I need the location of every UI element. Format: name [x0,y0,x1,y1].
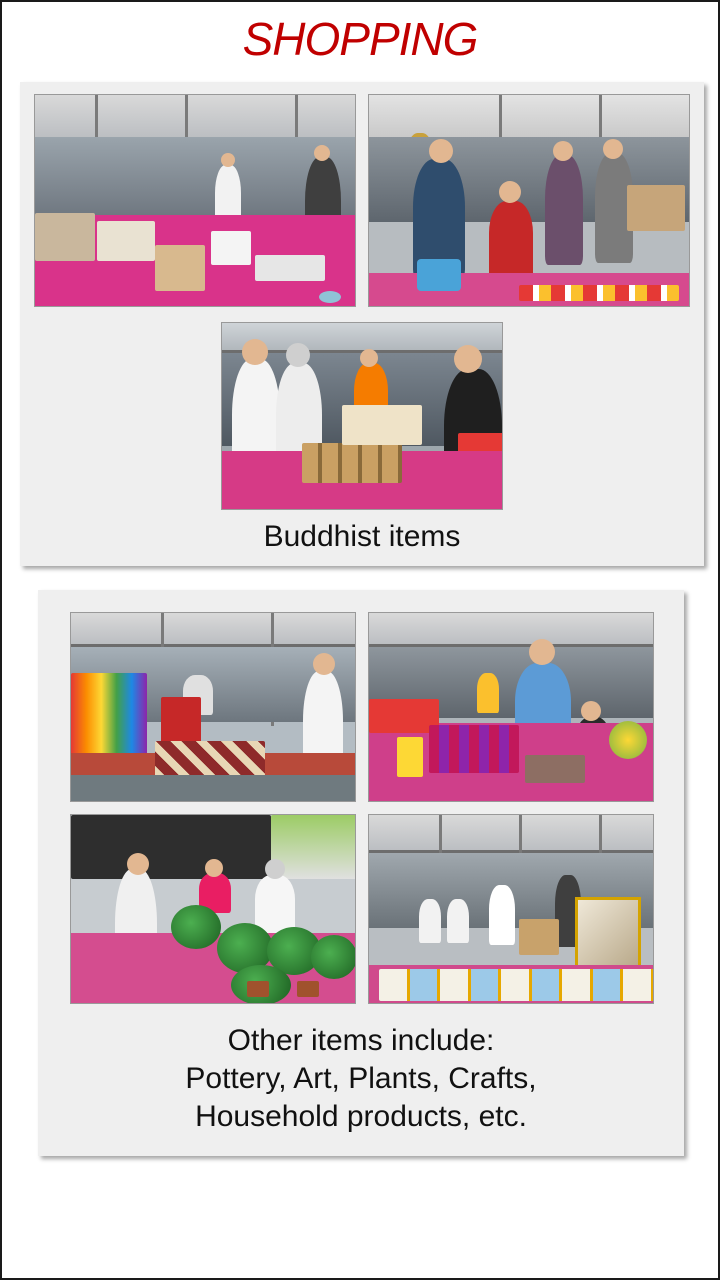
household-products-photo [368,612,654,802]
other-items-caption-line-2: Pottery, Art, Plants, Crafts, [185,1062,537,1095]
other-items-panel: Other items include: Pottery, Art, Plant… [38,590,684,1156]
buddhist-items-caption: Buddhist items [263,520,461,553]
buddhist-stall-photo [34,94,356,307]
other-items-caption-line-1: Other items include: [227,1024,495,1057]
crafts-stall-photo [70,612,356,802]
plants-stall-photo [70,814,356,1004]
framed-art-photo [368,814,654,1004]
buddhist-ticket-box-photo [368,94,690,307]
buddhist-tins-photo [221,322,503,510]
buddhist-items-panel: Buddhist items [20,82,704,566]
other-items-caption-line-3: Household products, etc. [195,1100,527,1133]
page-title: SHOPPING [242,13,479,65]
